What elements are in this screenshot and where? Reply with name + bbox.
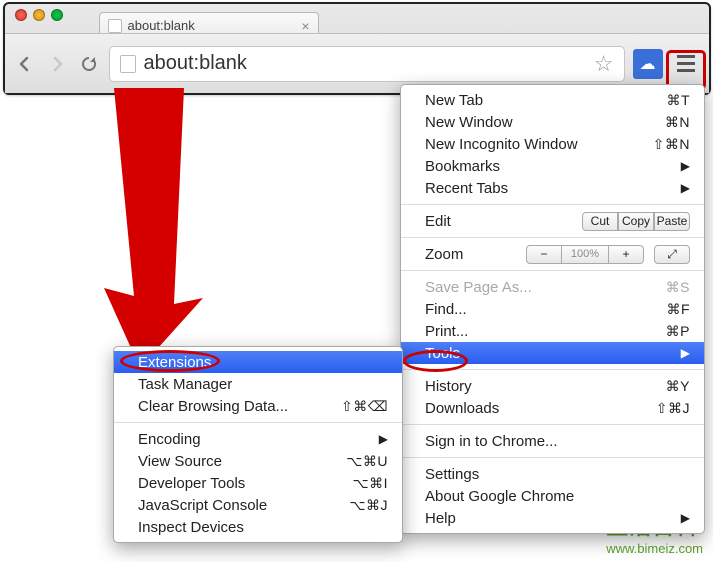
watermark-url: www.bimeiz.com	[606, 541, 703, 556]
paste-button[interactable]: Paste	[654, 212, 690, 231]
window-minimize-button[interactable]	[33, 9, 45, 21]
menu-separator	[114, 422, 402, 423]
forward-button[interactable]	[45, 52, 69, 76]
window-close-button[interactable]	[15, 9, 27, 21]
menu-item-find[interactable]: Find...⌘F	[401, 298, 704, 320]
menu-item-history[interactable]: History⌘Y	[401, 375, 704, 397]
menu-item-recent-tabs[interactable]: Recent Tabs▶	[401, 177, 704, 199]
menu-item-about[interactable]: About Google Chrome	[401, 485, 704, 507]
submenu-item-extensions[interactable]: Extensions	[114, 351, 402, 373]
zoom-out-button[interactable]: −	[526, 245, 562, 264]
tools-submenu: Extensions Task Manager Clear Browsing D…	[113, 346, 403, 543]
menu-item-save-as: Save Page As...⌘S	[401, 276, 704, 298]
omnibox[interactable]: about:blank ☆	[109, 46, 625, 82]
submenu-item-inspect-devices[interactable]: Inspect Devices	[114, 516, 402, 538]
menu-item-tools[interactable]: Tools▶	[401, 342, 704, 364]
menu-item-settings[interactable]: Settings	[401, 463, 704, 485]
submenu-item-developer-tools[interactable]: Developer Tools⌥⌘I	[114, 472, 402, 494]
main-menu: New Tab⌘T New Window⌘N New Incognito Win…	[400, 84, 705, 534]
submenu-item-task-manager[interactable]: Task Manager	[114, 373, 402, 395]
back-button[interactable]	[13, 52, 37, 76]
menu-item-bookmarks[interactable]: Bookmarks▶	[401, 155, 704, 177]
bookmark-star-icon[interactable]: ☆	[594, 51, 614, 77]
menu-item-print[interactable]: Print...⌘P	[401, 320, 704, 342]
extension-badge[interactable]: ☁	[633, 49, 663, 79]
menu-item-signin[interactable]: Sign in to Chrome...	[401, 430, 704, 452]
tab-title: about:blank	[128, 18, 195, 33]
submenu-item-js-console[interactable]: JavaScript Console⌥⌘J	[114, 494, 402, 516]
browser-chrome: about:blank × about:blank ☆ ☁	[3, 2, 711, 95]
menu-item-zoom: Zoom − 100% + ⤢	[401, 243, 704, 265]
submenu-item-view-source[interactable]: View Source⌥⌘U	[114, 450, 402, 472]
menu-item-new-tab[interactable]: New Tab⌘T	[401, 89, 704, 111]
menu-item-downloads[interactable]: Downloads⇧⌘J	[401, 397, 704, 419]
main-menu-button[interactable]	[671, 49, 701, 79]
tab-close-icon[interactable]: ×	[301, 18, 309, 34]
omnibox-url: about:blank	[144, 52, 247, 75]
menu-item-help[interactable]: Help▶	[401, 507, 704, 529]
submenu-item-encoding[interactable]: Encoding▶	[114, 428, 402, 450]
menu-separator	[401, 237, 704, 238]
menu-separator	[401, 204, 704, 205]
menu-separator	[401, 424, 704, 425]
reload-button[interactable]	[77, 52, 101, 76]
menu-separator	[401, 369, 704, 370]
submenu-item-clear-browsing[interactable]: Clear Browsing Data...⇧⌘⌫	[114, 395, 402, 417]
page-icon	[108, 19, 122, 33]
cut-button[interactable]: Cut	[582, 212, 618, 231]
menu-item-edit: Edit Cut Copy Paste	[401, 210, 704, 232]
zoom-value: 100%	[562, 245, 608, 264]
fullscreen-button[interactable]: ⤢	[654, 245, 690, 264]
zoom-in-button[interactable]: +	[608, 245, 644, 264]
menu-item-new-incognito[interactable]: New Incognito Window⇧⌘N	[401, 133, 704, 155]
copy-button[interactable]: Copy	[618, 212, 654, 231]
menu-separator	[401, 270, 704, 271]
tab-strip: about:blank ×	[85, 8, 699, 36]
menu-separator	[401, 457, 704, 458]
page-icon	[120, 55, 136, 73]
menu-item-new-window[interactable]: New Window⌘N	[401, 111, 704, 133]
window-zoom-button[interactable]	[51, 9, 63, 21]
